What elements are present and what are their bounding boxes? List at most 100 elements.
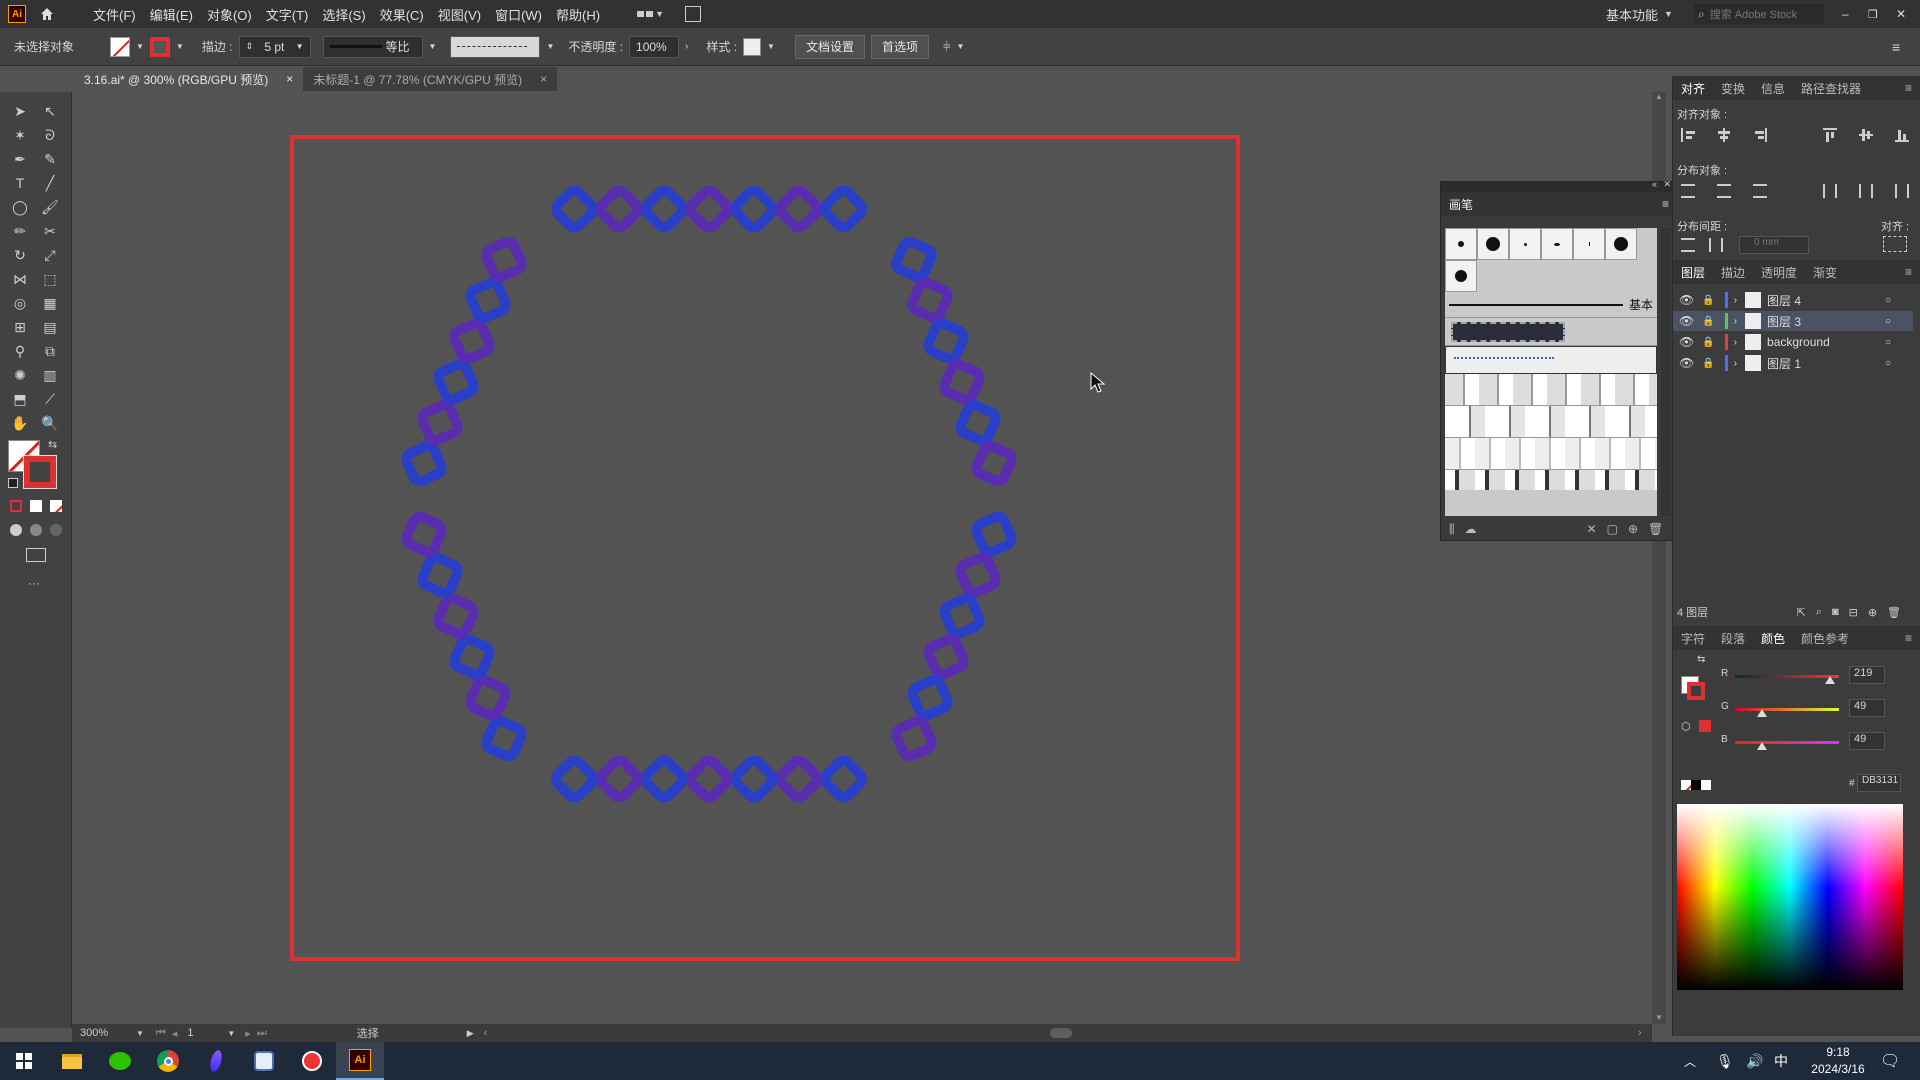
spacing-value-field[interactable]: 0 mm	[1739, 236, 1809, 254]
distribute-vertical-center-icon[interactable]	[1717, 184, 1731, 198]
make-clipping-mask-icon[interactable]: ◙	[1832, 606, 1839, 618]
align-to-selector-icon[interactable]	[1883, 236, 1907, 252]
align-right-icon[interactable]	[1753, 128, 1767, 142]
scroll-right-icon[interactable]: ›	[1638, 1027, 1642, 1039]
brush-options-icon[interactable]: ▢	[1607, 522, 1618, 536]
new-brush-icon[interactable]: ⊕	[1628, 522, 1638, 536]
tab-stroke[interactable]: 描边	[1721, 264, 1745, 281]
layer-row[interactable]: 👁 🔒 › background ○	[1673, 332, 1913, 352]
white-swatch[interactable]	[1701, 780, 1711, 790]
layer-name[interactable]: 图层 4	[1767, 292, 1801, 309]
next-page-icon[interactable]: ▸	[245, 1027, 251, 1040]
new-sublayer-icon[interactable]: ⊟	[1849, 606, 1858, 619]
distribute-horizontal-center-icon[interactable]	[1859, 184, 1873, 198]
chevron-down-icon[interactable]: ▼	[429, 42, 437, 51]
ellipse-tool-icon[interactable]: ◯	[8, 196, 32, 218]
volume-icon[interactable]: 🔊	[1746, 1053, 1763, 1070]
more-tools-icon[interactable]: ···	[28, 576, 40, 590]
blend-tool-icon[interactable]: ⧉	[38, 340, 62, 362]
workspace-switcher[interactable]: 基本功能	[1606, 5, 1658, 24]
chevron-down-icon[interactable]: ▼	[227, 1029, 235, 1038]
calligraphic-brush-1[interactable]	[1445, 228, 1477, 260]
gradient-mode-icon[interactable]	[30, 500, 42, 512]
direct-selection-tool-icon[interactable]: ↖	[38, 100, 62, 122]
visibility-eye-icon[interactable]: 👁	[1679, 335, 1694, 349]
delete-brush-icon[interactable]: 🗑	[1648, 522, 1663, 536]
preferences-button[interactable]: 首选项	[870, 34, 929, 59]
tab-pathfinder[interactable]: 路径查找器	[1801, 80, 1861, 97]
wechat-icon[interactable]	[96, 1042, 144, 1080]
notification-icon[interactable]: 🗨	[1880, 1051, 1900, 1071]
lock-icon[interactable]: 🔒	[1702, 337, 1714, 348]
gpu-performance-icon[interactable]	[685, 6, 702, 22]
export-icon[interactable]: ⇱	[1797, 606, 1806, 619]
swap-fill-stroke-icon[interactable]: ⇆	[48, 438, 57, 451]
scroll-up-icon[interactable]: ▲	[1652, 92, 1666, 101]
layer-name[interactable]: 图层 1	[1767, 355, 1801, 372]
curvature-tool-icon[interactable]: ✎	[38, 148, 62, 170]
color-mode-icon[interactable]	[10, 500, 22, 512]
chrome-icon[interactable]	[144, 1042, 192, 1080]
blue-slider-track[interactable]	[1735, 741, 1839, 744]
slice-tool-icon[interactable]: ⟋	[38, 388, 62, 410]
tab-gradient[interactable]: 渐变	[1813, 264, 1837, 281]
arrange-documents-icon[interactable]: ▼	[637, 5, 667, 23]
menu-object[interactable]: 对象(O)	[200, 5, 259, 24]
chevron-down-icon[interactable]: ▼	[176, 42, 184, 51]
layer-row[interactable]: 👁 🔒 › 图层 1 ○	[1673, 353, 1913, 373]
pattern-brush-4[interactable]	[1445, 406, 1657, 438]
swap-icon[interactable]: ⇆	[1697, 654, 1705, 665]
tab-3-16-ai[interactable]: 3.16.ai* @ 300% (RGB/GPU 预览) ×	[74, 67, 304, 91]
align-bottom-icon[interactable]	[1895, 128, 1909, 142]
none-swatch[interactable]	[1681, 780, 1691, 790]
prev-page-icon[interactable]: ◂	[172, 1027, 178, 1040]
distribute-bottom-icon[interactable]	[1753, 184, 1767, 198]
visibility-eye-icon[interactable]: 👁	[1679, 293, 1694, 307]
last-page-icon[interactable]: ⏭	[257, 1027, 267, 1040]
menu-help[interactable]: 帮助(H)	[549, 5, 607, 24]
microphone-icon[interactable]: 🎙	[1716, 1053, 1734, 1070]
status-menu-icon[interactable]: ▶	[467, 1028, 474, 1039]
black-swatch[interactable]	[1691, 780, 1701, 790]
opacity-field[interactable]: 100%	[629, 35, 680, 58]
clock[interactable]: 9:18 2024/3/16	[1808, 1044, 1868, 1078]
gradient-tool-icon[interactable]: ▤	[38, 316, 62, 338]
pattern-brush-5[interactable]	[1445, 438, 1657, 470]
align-vertical-center-icon[interactable]	[1859, 128, 1873, 142]
screen-capture-app-icon[interactable]	[240, 1042, 288, 1080]
chevron-right-icon[interactable]: ›	[1734, 316, 1737, 327]
type-tool-icon[interactable]: T	[8, 172, 32, 194]
web-safe-swatch[interactable]	[1699, 720, 1711, 732]
target-circle-icon[interactable]: ○	[1885, 295, 1891, 306]
red-slider-track[interactable]	[1735, 675, 1839, 678]
red-slider-thumb[interactable]	[1825, 676, 1835, 684]
column-graph-tool-icon[interactable]: ▥	[38, 364, 62, 386]
color-spectrum[interactable]	[1677, 804, 1903, 990]
locate-object-icon[interactable]: ⌕	[1816, 606, 1822, 619]
home-icon[interactable]	[36, 3, 58, 25]
calligraphic-brush-6[interactable]	[1605, 228, 1637, 260]
new-layer-icon[interactable]: ⊕	[1868, 606, 1877, 619]
close-window-button[interactable]: ✕	[1896, 7, 1906, 21]
draw-normal-icon[interactable]	[10, 524, 22, 536]
chevron-right-icon[interactable]: ›	[1734, 337, 1737, 348]
layer-row[interactable]: 👁 🔒 › 图层 4 ○	[1673, 290, 1913, 310]
page-number[interactable]: 1	[187, 1027, 227, 1039]
brushes-panel-title[interactable]: 画笔	[1441, 196, 1481, 213]
pattern-brush-2[interactable]	[1445, 346, 1657, 374]
basic-brush-row[interactable]: 基本	[1445, 292, 1657, 318]
close-icon[interactable]: ×	[286, 72, 293, 86]
delete-layer-icon[interactable]: 🗑	[1887, 606, 1901, 619]
zoom-tool-icon[interactable]: 🔍	[38, 412, 62, 434]
stroke-weight-field[interactable]: ⇕ 5 pt ▼	[238, 35, 311, 58]
menu-type[interactable]: 文字(T)	[259, 5, 316, 24]
chevron-right-icon[interactable]: ›	[1734, 295, 1737, 306]
out-of-gamut-icon[interactable]: ⬡	[1681, 720, 1691, 733]
brush-definition[interactable]	[450, 35, 541, 58]
layer-name[interactable]: 图层 3	[1767, 313, 1801, 330]
tab-character[interactable]: 字符	[1681, 630, 1705, 647]
document-setup-button[interactable]: 文档设置	[794, 34, 865, 59]
calligraphic-brush-3[interactable]	[1509, 228, 1541, 260]
draw-behind-icon[interactable]	[30, 524, 42, 536]
pencil-tool-icon[interactable]: ✏	[8, 220, 32, 242]
